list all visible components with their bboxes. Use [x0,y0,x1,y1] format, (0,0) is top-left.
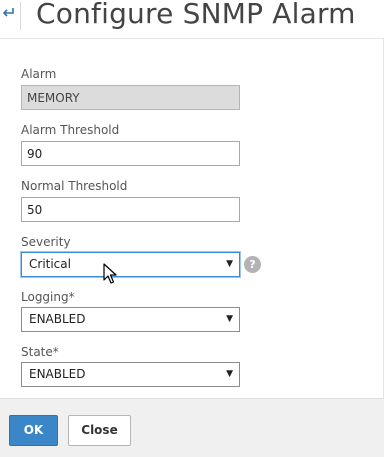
alarm-label: Alarm [21,67,57,81]
dialog-header: Configure SNMP Alarm [0,0,384,34]
severity-select[interactable]: Critical ▼ [21,252,240,277]
severity-value: Critical [29,257,71,271]
help-icon[interactable]: ? [244,256,261,273]
dialog-footer: OK Close [0,398,384,457]
ok-button[interactable]: OK [9,415,58,446]
chevron-down-icon: ▼ [226,369,233,379]
state-value: ENABLED [29,367,86,381]
logging-select[interactable]: ENABLED ▼ [21,307,240,332]
chevron-down-icon: ▼ [226,259,233,269]
state-select[interactable]: ENABLED ▼ [21,362,240,387]
state-label: State* [21,345,59,359]
alarm-field [21,85,240,110]
form-body: Alarm Alarm Threshold Normal Threshold S… [0,38,384,398]
alarm-threshold-input[interactable] [21,141,240,166]
normal-threshold-input[interactable] [21,197,240,222]
page-title: Configure SNMP Alarm [36,0,356,30]
close-button[interactable]: Close [68,415,131,446]
header-divider [20,2,21,30]
normal-threshold-label: Normal Threshold [21,179,128,193]
back-arrow-icon[interactable] [1,5,15,19]
configure-snmp-alarm-dialog: Configure SNMP Alarm Alarm Alarm Thresho… [0,0,384,457]
logging-value: ENABLED [29,312,86,326]
chevron-down-icon: ▼ [226,314,233,324]
logging-label: Logging* [21,290,75,304]
severity-label: Severity [21,235,71,249]
alarm-threshold-label: Alarm Threshold [21,123,120,137]
